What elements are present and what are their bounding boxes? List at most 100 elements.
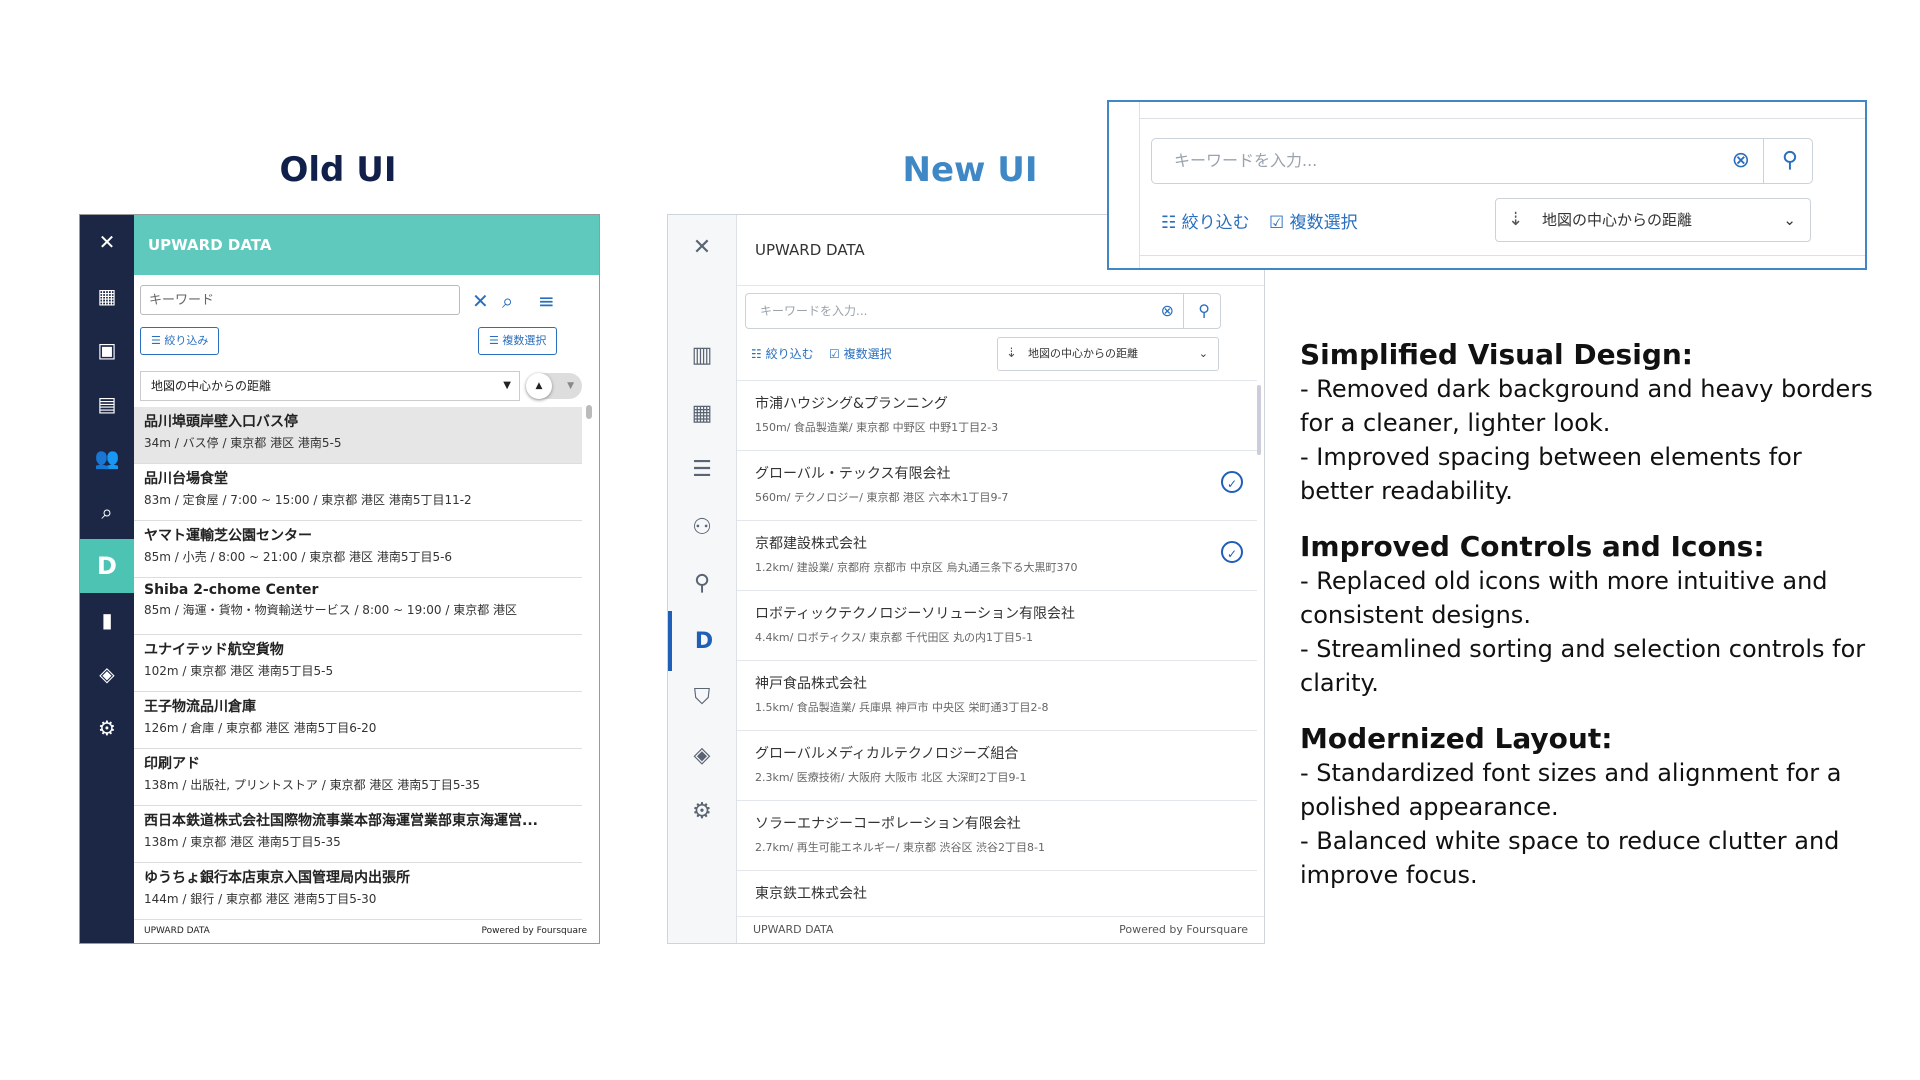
list-item[interactable]: ヤマト運輸芝公園センター 85m / 小売 / 8:00 ~ 21:00 / 東京… bbox=[134, 521, 582, 578]
search-icon[interactable]: ⚲ bbox=[1198, 294, 1210, 328]
note-line: - Replaced old icons with more intuitive… bbox=[1300, 567, 1828, 629]
old-filter-button[interactable]: ☰ 絞り込み bbox=[140, 327, 220, 355]
search-list-icon[interactable]: ⌕ bbox=[502, 289, 513, 313]
check-circle-icon[interactable]: ✓ bbox=[1221, 541, 1243, 563]
item-name: 京都建設株式会社 bbox=[755, 536, 867, 552]
search-list-icon[interactable]: ⌕ bbox=[80, 485, 134, 539]
old-multi-select-button[interactable]: ☰ 複数選択 bbox=[478, 327, 558, 355]
gear-icon[interactable]: ⚙ bbox=[80, 701, 134, 755]
list-icon: ☰ bbox=[489, 334, 503, 347]
chevron-down-icon: ⌄ bbox=[1783, 211, 1796, 229]
map-pin-icon[interactable]: ⛉ bbox=[668, 667, 736, 727]
checklist-icon[interactable]: ☰ bbox=[668, 439, 736, 499]
list-item[interactable]: ロボティックテクノロジーソリューション有限会社 4.4km/ ロボティクス/ 東京… bbox=[737, 591, 1257, 661]
clear-icon[interactable]: ✕ bbox=[472, 289, 489, 313]
filter-label: 絞り込む bbox=[765, 347, 814, 361]
old-search-input[interactable]: キーワード bbox=[140, 285, 460, 315]
item-name: ヤマト運輸芝公園センター bbox=[144, 528, 312, 544]
old-ui-heading: Old UI bbox=[279, 150, 397, 190]
item-name: Shiba 2-chome Center bbox=[144, 582, 319, 598]
clear-circle-icon[interactable]: ⊗ bbox=[1161, 294, 1174, 328]
item-meta: 560m/ テクノロジー/ 東京都 港区 六本木1丁目9-7 bbox=[755, 491, 1009, 504]
new-scrollbar[interactable] bbox=[1257, 385, 1261, 455]
list-item[interactable]: 市浦ハウジング&プランニング 150m/ 食品製造業/ 東京都 中野区 中野1丁目… bbox=[737, 381, 1257, 451]
filter-sliders-icon: ☷ bbox=[751, 347, 766, 361]
search-icon[interactable]: ⚲ bbox=[668, 553, 736, 613]
search-divider bbox=[1763, 139, 1764, 183]
item-name: 市浦ハウジング&プランニング bbox=[755, 396, 948, 412]
list-item[interactable]: グローバルメディカルテクノロジーズ組合 2.3km/ 医療技術/ 大阪府 大阪市 … bbox=[737, 731, 1257, 801]
search-icon[interactable]: ⚲ bbox=[1782, 139, 1798, 183]
d-logo-icon[interactable]: D bbox=[80, 539, 134, 593]
zoom-divider-top bbox=[1139, 118, 1865, 119]
arrow-up-icon: ▲ bbox=[526, 373, 552, 399]
zoom-filter-button[interactable]: ☷ 絞り込む bbox=[1161, 208, 1250, 233]
zoom-divider-bottom bbox=[1139, 255, 1865, 256]
bar-chart-icon[interactable]: ▥ bbox=[668, 325, 736, 385]
new-multi-select-button[interactable]: ☑ 複数選択 bbox=[829, 345, 892, 362]
calendar-icon[interactable]: ▣ bbox=[80, 323, 134, 377]
list-item[interactable]: ユナイテッド航空貨物 102m / 東京都 港区 港南5丁目5-5 bbox=[134, 635, 582, 692]
item-name: ゆうちょ銀行本店東京入国管理局内出張所 bbox=[144, 870, 410, 886]
dashboard-icon[interactable]: ▦ bbox=[80, 269, 134, 323]
new-sidebar-rail: ✕ ▥ ▦ ☰ ⚇ ⚲ D ⛉ ◈ ⚙ bbox=[668, 215, 737, 943]
d-logo-icon[interactable]: D bbox=[668, 611, 736, 671]
footer-brand: UPWARD DATA bbox=[144, 926, 210, 936]
item-meta: 1.5km/ 食品製造業/ 兵庫県 神戸市 中央区 栄町通3丁目2-8 bbox=[755, 701, 1049, 714]
checkbox-icon: ☑ bbox=[1269, 213, 1290, 233]
list-item[interactable]: 神戸食品株式会社 1.5km/ 食品製造業/ 兵庫県 神戸市 中央区 栄町通3丁目… bbox=[737, 661, 1257, 731]
item-name: ロボティックテクノロジーソリューション有限会社 bbox=[755, 606, 1076, 622]
item-name: ユナイテッド航空貨物 bbox=[144, 642, 284, 658]
map-icon[interactable]: ▮ bbox=[80, 593, 134, 647]
calendar-icon[interactable]: ▦ bbox=[668, 383, 736, 443]
people-icon[interactable]: ⚇ bbox=[668, 497, 736, 557]
footer-powered-by: Powered by Foursquare bbox=[481, 926, 587, 936]
item-meta: 150m/ 食品製造業/ 東京都 中野区 中野1丁目2-3 bbox=[755, 421, 999, 434]
new-main-panel: UPWARD DATA キーワードを入力... ⊗ ⚲ ☷ 絞り込む ☑ 複数選… bbox=[737, 215, 1264, 943]
item-name: 東京鉄工株式会社 bbox=[755, 886, 867, 902]
layers-icon[interactable]: ◈ bbox=[668, 725, 736, 785]
list-item[interactable]: 王子物流品川倉庫 126m / 倉庫 / 東京都 港区 港南5丁目6-20 bbox=[134, 692, 582, 749]
new-sort-select[interactable]: ⇣ 地図の中心からの距離 ⌄ bbox=[997, 337, 1219, 371]
item-meta: 1.2km/ 建設業/ 京都府 京都市 中京区 烏丸通三条下る大黒町370 bbox=[755, 561, 1078, 574]
old-sort-select[interactable]: 地図の中心からの距離 ▼ bbox=[140, 371, 520, 401]
list-item[interactable]: グローバル・テックス有限会社 560m/ テクノロジー/ 東京都 港区 六本木1丁… bbox=[737, 451, 1257, 521]
filter-label: 絞り込み bbox=[164, 334, 209, 347]
list-item[interactable]: ゆうちょ銀行本店東京入国管理局内出張所 144m / 銀行 / 東京都 港区 港南… bbox=[134, 863, 582, 920]
close-icon[interactable]: ✕ bbox=[80, 215, 134, 269]
new-filter-button[interactable]: ☷ 絞り込む bbox=[751, 345, 814, 362]
list-item[interactable]: 京都建設株式会社 1.2km/ 建設業/ 京都府 京都市 中京区 烏丸通三条下る大… bbox=[737, 521, 1257, 591]
close-icon[interactable]: ✕ bbox=[668, 217, 736, 277]
item-meta: 4.4km/ ロボティクス/ 東京都 千代田区 丸の内1丁目5-1 bbox=[755, 631, 1033, 644]
new-ui-panel: ✕ ▥ ▦ ☰ ⚇ ⚲ D ⛉ ◈ ⚙ UPWARD DATA キーワードを入力... ⊗ ⚲ ☷… bbox=[667, 214, 1265, 944]
note-line: - Standardized font sizes and alignment … bbox=[1300, 759, 1842, 821]
new-search-input[interactable]: キーワードを入力... ⊗ ⚲ bbox=[745, 293, 1221, 329]
zoom-search-input[interactable]: キーワードを入力... ⊗ ⚲ bbox=[1151, 138, 1813, 184]
sort-lines-icon[interactable]: ≡ bbox=[538, 289, 555, 313]
people-icon[interactable]: 👥 bbox=[80, 431, 134, 485]
note-line: - Removed dark background and heavy bord… bbox=[1300, 375, 1873, 437]
sort-label: 地図の中心からの距離 bbox=[1028, 347, 1138, 360]
zoom-sort-select[interactable]: ⇣ 地図の中心からの距離 ⌄ bbox=[1495, 198, 1811, 242]
note-heading: Simplified Visual Design: bbox=[1300, 338, 1693, 371]
old-sort-order-toggle[interactable]: ▲ ▼ bbox=[526, 373, 582, 399]
zoom-multi-select-button[interactable]: ☑ 複数選択 bbox=[1269, 208, 1358, 233]
item-meta: 2.7km/ 再生可能エネルギー/ 東京都 渋谷区 渋谷2丁目8-1 bbox=[755, 841, 1045, 854]
old-main-panel: UPWARD DATA キーワード ✕ ⌕ ≡ ☰ 絞り込み ☰ 複数選択 地図… bbox=[134, 215, 599, 943]
item-meta: 85m / 海運・貨物・物資輸送サービス / 8:00 ~ 19:00 / 東京… bbox=[144, 603, 518, 617]
list-item[interactable]: ソラーエナジーコーポレーション有限会社 2.7km/ 再生可能エネルギー/ 東京都… bbox=[737, 801, 1257, 871]
list-item[interactable]: Shiba 2-chome Center 85m / 海運・貨物・物資輸送サービス… bbox=[134, 578, 582, 635]
list-item[interactable]: 西日本鉄道株式会社国際物流事業本部海運営業部東京海運営... 138m / 東京都… bbox=[134, 806, 582, 863]
list-item[interactable]: 印刷アド 138m / 出版社, プリントストア / 東京都 港区 港南5丁目5-… bbox=[134, 749, 582, 806]
list-item[interactable]: 品川台場食堂 83m / 定食屋 / 7:00 ~ 15:00 / 東京都 港区 … bbox=[134, 464, 582, 521]
clear-circle-icon[interactable]: ⊗ bbox=[1732, 139, 1750, 183]
old-scrollbar[interactable] bbox=[586, 405, 592, 419]
caret-down-icon: ▼ bbox=[503, 380, 511, 391]
list-item[interactable]: 品川埠頭岸壁入口バス停 34m / バス停 / 東京都 港区 港南5-5 bbox=[134, 407, 582, 464]
check-circle-icon[interactable]: ✓ bbox=[1221, 471, 1243, 493]
gear-icon[interactable]: ⚙ bbox=[668, 781, 736, 841]
clipboard-icon[interactable]: ▤ bbox=[80, 377, 134, 431]
layers-icon[interactable]: ◈ bbox=[80, 647, 134, 701]
sort-icon: ⇣ bbox=[1006, 346, 1017, 361]
item-name: グローバル・テックス有限会社 bbox=[755, 466, 951, 482]
